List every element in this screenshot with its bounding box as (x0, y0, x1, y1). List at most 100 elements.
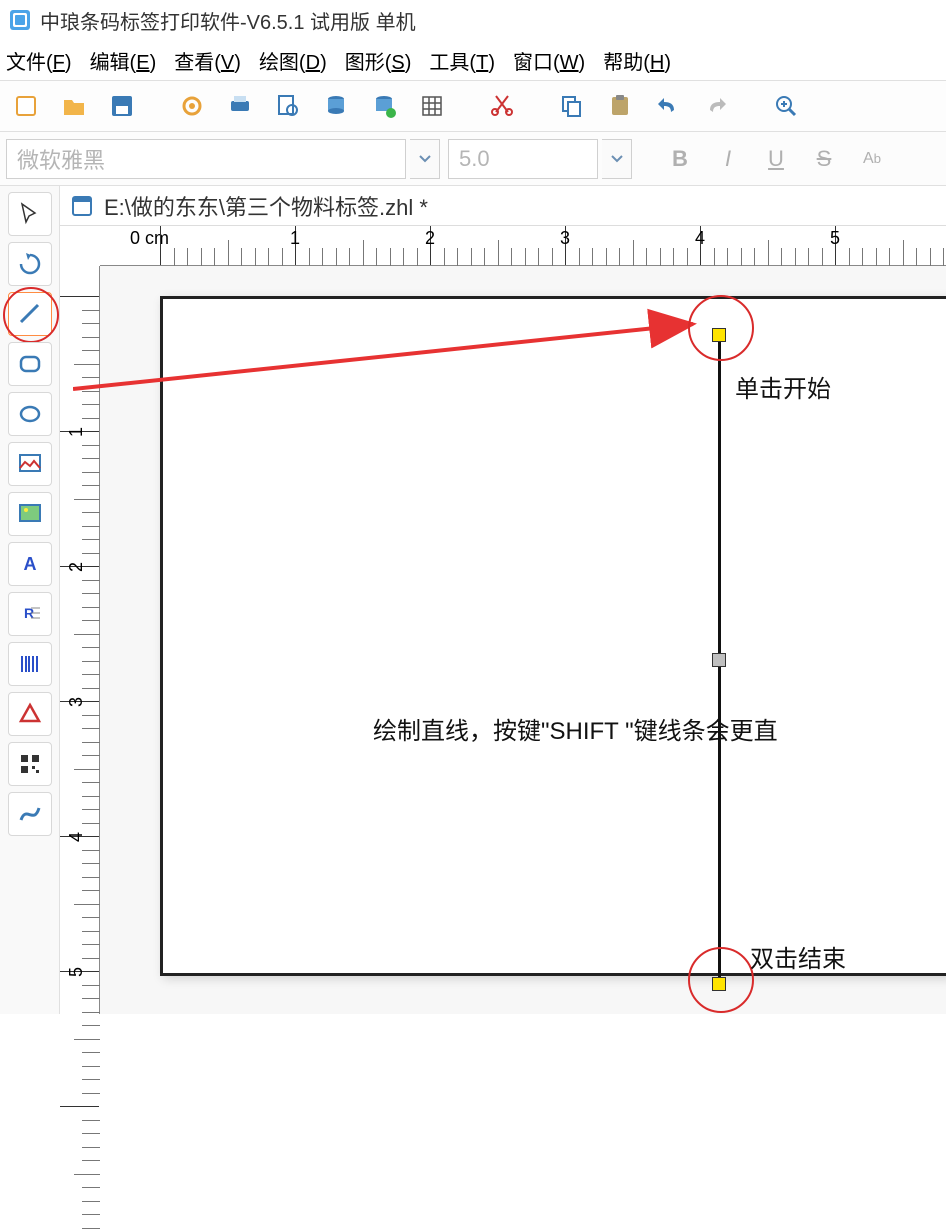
text-tool-button[interactable]: A (8, 542, 52, 586)
ellipse-tool-icon (16, 400, 44, 428)
menu-d[interactable]: 绘图(D) (259, 46, 327, 75)
select-tool-icon (16, 200, 44, 228)
triangle-tool-button[interactable] (8, 692, 52, 736)
main-toolbar (0, 80, 946, 132)
ruler-unit-label: 0 cm (130, 228, 169, 249)
ruler-v-label: 3 (66, 697, 87, 707)
line-end-handle[interactable] (712, 977, 726, 991)
print-button[interactable] (220, 87, 260, 125)
rounded-rect-tool-icon (16, 350, 44, 378)
grid-icon (418, 92, 446, 120)
database-add-button[interactable] (364, 87, 404, 125)
redo-button[interactable] (696, 87, 736, 125)
rounded-rect-tool-button[interactable] (8, 342, 52, 386)
picture-tool-button[interactable] (8, 492, 52, 536)
menu-s[interactable]: 图形(S) (345, 46, 412, 75)
ruler-v-label: 1 (66, 427, 87, 437)
database-button[interactable] (316, 87, 356, 125)
menu-h[interactable]: 帮助(H) (603, 46, 671, 75)
select-tool-button[interactable] (8, 192, 52, 236)
ruler-v-label: 5 (66, 967, 87, 977)
database-icon (322, 92, 350, 120)
qrcode-tool-icon (16, 750, 44, 778)
curve-tool-icon (16, 800, 44, 828)
document-path: E:\做的东东\第三个物料标签.zhl * (104, 190, 428, 222)
ruler-h-label: 2 (425, 228, 435, 249)
menubar: 文件(F) 编辑(E) 查看(V) 绘图(D) 图形(S) 工具(T) 窗口(W) 帮助(H) (0, 40, 946, 80)
database-add-icon (370, 92, 398, 120)
annotation-end-text: 双击结束 (750, 939, 846, 974)
ruler-v-label: 4 (66, 832, 87, 842)
font-size-placeholder: 5.0 (459, 146, 490, 172)
rulers: 0 cm12345 12345 (60, 226, 946, 1014)
bold-button[interactable]: B (660, 139, 700, 179)
titlebar: 中琅条码标签打印软件-V6.5.1 试用版 单机 (0, 0, 946, 40)
cut-button[interactable] (482, 87, 522, 125)
strike-button[interactable]: S (804, 139, 844, 179)
ruler-h-label: 3 (560, 228, 570, 249)
font-family-combo[interactable]: 微软雅黑 (6, 139, 406, 179)
side-toolbar: AR (0, 186, 60, 1014)
ruler-h-label: 5 (830, 228, 840, 249)
ruler-h-label: 4 (695, 228, 705, 249)
font-size-dropdown-icon[interactable] (602, 139, 632, 179)
grid-button[interactable] (412, 87, 452, 125)
barcode-tool-button[interactable] (8, 642, 52, 686)
image-tool-button[interactable] (8, 442, 52, 486)
superscript-button[interactable]: Ab (852, 139, 892, 179)
vertical-ruler: 12345 (60, 266, 100, 1014)
print-icon (226, 92, 254, 120)
menu-v[interactable]: 查看(V) (174, 46, 241, 75)
italic-button[interactable]: I (708, 139, 748, 179)
image-tool-icon (16, 450, 44, 478)
curve-tool-button[interactable] (8, 792, 52, 836)
ruler-h-label: 1 (290, 228, 300, 249)
design-canvas[interactable]: 单击开始 绘制直线，按键"SHIFT "键线条会更直 双击结束 (100, 266, 946, 1014)
font-family-placeholder: 微软雅黑 (17, 143, 105, 175)
richtext-tool-icon: R (16, 600, 44, 628)
qrcode-tool-button[interactable] (8, 742, 52, 786)
zoom-in-button[interactable] (766, 87, 806, 125)
app-title: 中琅条码标签打印软件-V6.5.1 试用版 单机 (40, 6, 416, 35)
canvas-area: E:\做的东东\第三个物料标签.zhl * 0 cm12345 12345 (60, 186, 946, 1014)
new-button[interactable] (6, 87, 46, 125)
copy-icon (558, 92, 586, 120)
line-tool-button[interactable] (8, 292, 52, 336)
triangle-tool-icon (16, 700, 44, 728)
rotate-tool-icon (16, 250, 44, 278)
zoom-in-icon (772, 92, 800, 120)
underline-button[interactable]: U (756, 139, 796, 179)
richtext-tool-button[interactable]: R (8, 592, 52, 636)
print-preview-icon (274, 92, 302, 120)
menu-t[interactable]: 工具(T) (429, 46, 495, 75)
app-icon (8, 8, 32, 32)
line-start-handle[interactable] (712, 328, 726, 342)
copy-button[interactable] (552, 87, 592, 125)
menu-w[interactable]: 窗口(W) (513, 46, 585, 75)
settings-gear-button[interactable] (172, 87, 212, 125)
picture-tool-icon (16, 500, 44, 528)
text-tool-icon: A (16, 550, 44, 578)
font-size-combo[interactable]: 5.0 (448, 139, 598, 179)
annotation-shift-text: 绘制直线，按键"SHIFT "键线条会更直 (373, 711, 778, 746)
ellipse-tool-button[interactable] (8, 392, 52, 436)
open-button[interactable] (54, 87, 94, 125)
print-preview-button[interactable] (268, 87, 308, 125)
line-tool-icon (16, 300, 44, 328)
label-sheet[interactable]: 单击开始 绘制直线，按键"SHIFT "键线条会更直 双击结束 (160, 296, 946, 976)
menu-f[interactable]: 文件(F) (6, 46, 72, 75)
font-family-dropdown-icon[interactable] (410, 139, 440, 179)
format-toolbar: 微软雅黑 5.0 B I U S Ab (0, 132, 946, 186)
annotation-start-text: 单击开始 (735, 369, 831, 404)
menu-e[interactable]: 编辑(E) (90, 46, 157, 75)
undo-button[interactable] (648, 87, 688, 125)
line-mid-handle[interactable] (712, 653, 726, 667)
undo-icon (654, 92, 682, 120)
paste-button[interactable] (600, 87, 640, 125)
barcode-tool-icon (16, 650, 44, 678)
rotate-tool-button[interactable] (8, 242, 52, 286)
document-tab[interactable]: E:\做的东东\第三个物料标签.zhl * (60, 186, 946, 226)
save-button[interactable] (102, 87, 142, 125)
cut-icon (488, 92, 516, 120)
document-icon (70, 194, 94, 218)
